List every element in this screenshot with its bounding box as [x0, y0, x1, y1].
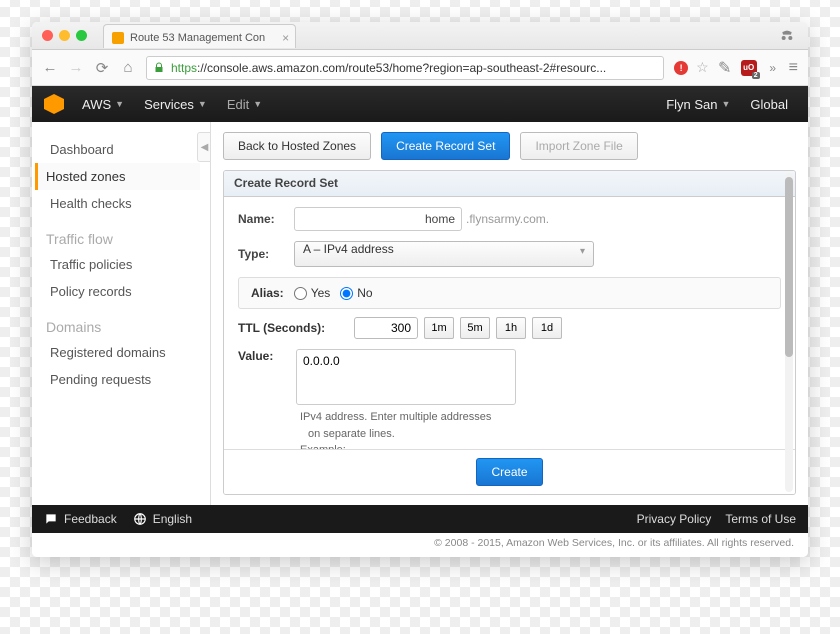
menu-icon[interactable]: ≡ [789, 59, 798, 77]
sidebar-item-hosted-zones[interactable]: Hosted zones [35, 163, 200, 190]
alias-section: Alias: Yes No [238, 277, 781, 309]
name-input[interactable] [294, 207, 462, 231]
language-link[interactable]: English [133, 512, 192, 526]
ttl-5m-button[interactable]: 5m [460, 317, 490, 339]
aws-menu: AWS▼ Services▼ Edit▼ [74, 93, 270, 116]
tab-title: Route 53 Management Con [130, 32, 265, 44]
url-text: ://console.aws.amazon.com/route53/home?r… [197, 61, 606, 75]
panel-footer: Create [224, 449, 795, 494]
value-textarea[interactable] [296, 349, 516, 405]
ttl-input[interactable] [354, 317, 418, 339]
alias-yes-radio[interactable]: Yes [294, 286, 331, 300]
terms-link[interactable]: Terms of Use [725, 512, 796, 526]
extensions: ! ☆ ✎ uO2 » ≡ [674, 59, 798, 77]
ttl-1h-button[interactable]: 1h [496, 317, 526, 339]
import-zone-file-button[interactable]: Import Zone File [520, 132, 637, 160]
scrollbar[interactable] [785, 173, 793, 492]
tab-close-icon[interactable]: × [282, 31, 289, 45]
ublock-badge: 2 [752, 72, 760, 79]
sidebar-item-registered-domains[interactable]: Registered domains [46, 339, 200, 366]
incognito-icon [776, 27, 798, 45]
sidebar-heading-traffic: Traffic flow [46, 231, 200, 247]
sidebar-item-policy-records[interactable]: Policy records [46, 278, 200, 305]
panel-body: Name: .flynsarmy.com. Type: A – IPv4 add… [224, 197, 795, 449]
panel-title: Create Record Set [224, 171, 795, 197]
browser-window: Route 53 Management Con × ← → ⟳ ⌂ https … [32, 22, 808, 557]
maximize-icon[interactable] [76, 30, 87, 41]
create-record-set-button[interactable]: Create Record Set [381, 132, 510, 160]
sidebar: Dashboard Hosted zones Health checks Tra… [32, 122, 210, 505]
footer-bar: Feedback English Privacy Policy Terms of… [32, 505, 808, 533]
ttl-label: TTL (Seconds): [238, 321, 348, 335]
favicon-icon [112, 32, 124, 44]
name-label: Name: [238, 212, 294, 226]
sidebar-collapse-icon[interactable]: ◀ [197, 132, 211, 162]
scroll-thumb[interactable] [785, 177, 793, 357]
content: Dashboard Hosted zones Health checks Tra… [32, 122, 808, 505]
back-icon[interactable]: ← [42, 59, 58, 76]
reload-icon[interactable]: ⟳ [94, 59, 110, 77]
aws-logo-icon[interactable] [44, 94, 64, 114]
create-button[interactable]: Create [476, 458, 542, 486]
ttl-1m-button[interactable]: 1m [424, 317, 454, 339]
alert-ext-icon[interactable]: ! [674, 61, 688, 75]
lock-icon [153, 61, 167, 75]
sidebar-item-health-checks[interactable]: Health checks [46, 190, 200, 217]
navbar: ← → ⟳ ⌂ https ://console.aws.amazon.com/… [32, 50, 808, 86]
value-hint: IPv4 address. Enter multiple addresses o… [300, 409, 781, 449]
sidebar-item-traffic-policies[interactable]: Traffic policies [46, 251, 200, 278]
type-select[interactable]: A – IPv4 address [294, 241, 594, 267]
create-record-set-panel: Create Record Set Name: .flynsarmy.com. … [223, 170, 796, 495]
value-label: Value: [238, 349, 286, 363]
toolbar: Back to Hosted Zones Create Record Set I… [223, 132, 796, 160]
minimize-icon[interactable] [59, 30, 70, 41]
alias-no-radio[interactable]: No [340, 286, 372, 300]
url-bar[interactable]: https ://console.aws.amazon.com/route53/… [146, 56, 664, 80]
domain-suffix: .flynsarmy.com. [466, 212, 549, 226]
copyright: © 2008 - 2015, Amazon Web Services, Inc.… [32, 533, 808, 557]
url-protocol: https [171, 61, 197, 75]
bookmark-icon[interactable]: ☆ [696, 59, 709, 76]
aws-region-menu[interactable]: Global [742, 93, 796, 116]
main: Back to Hosted Zones Create Record Set I… [210, 122, 808, 505]
ublock-ext-icon[interactable]: uO2 [741, 60, 757, 76]
back-to-hosted-zones-button[interactable]: Back to Hosted Zones [223, 132, 371, 160]
wand-ext-icon[interactable]: ✎ [717, 60, 733, 76]
feedback-link[interactable]: Feedback [44, 512, 117, 526]
sidebar-item-pending-requests[interactable]: Pending requests [46, 366, 200, 393]
window-controls [42, 30, 87, 41]
aws-user-menu[interactable]: Flyn San▼ [658, 93, 738, 116]
aws-header: AWS▼ Services▼ Edit▼ Flyn San▼ Global [32, 86, 808, 122]
aws-menu-aws[interactable]: AWS▼ [74, 93, 132, 116]
sidebar-item-dashboard[interactable]: Dashboard [46, 136, 200, 163]
ttl-1d-button[interactable]: 1d [532, 317, 562, 339]
type-label: Type: [238, 247, 294, 261]
titlebar: Route 53 Management Con × [32, 22, 808, 50]
speech-icon [44, 512, 58, 526]
privacy-link[interactable]: Privacy Policy [637, 512, 712, 526]
aws-menu-services[interactable]: Services▼ [136, 93, 215, 116]
close-icon[interactable] [42, 30, 53, 41]
chevron-icon[interactable]: » [765, 61, 781, 75]
globe-icon [133, 512, 147, 526]
aws-menu-edit[interactable]: Edit▼ [219, 93, 270, 116]
forward-icon[interactable]: → [68, 59, 84, 76]
browser-tab[interactable]: Route 53 Management Con × [103, 24, 296, 48]
alias-label: Alias: [251, 286, 284, 300]
home-icon[interactable]: ⌂ [120, 59, 136, 76]
sidebar-heading-domains: Domains [46, 319, 200, 335]
